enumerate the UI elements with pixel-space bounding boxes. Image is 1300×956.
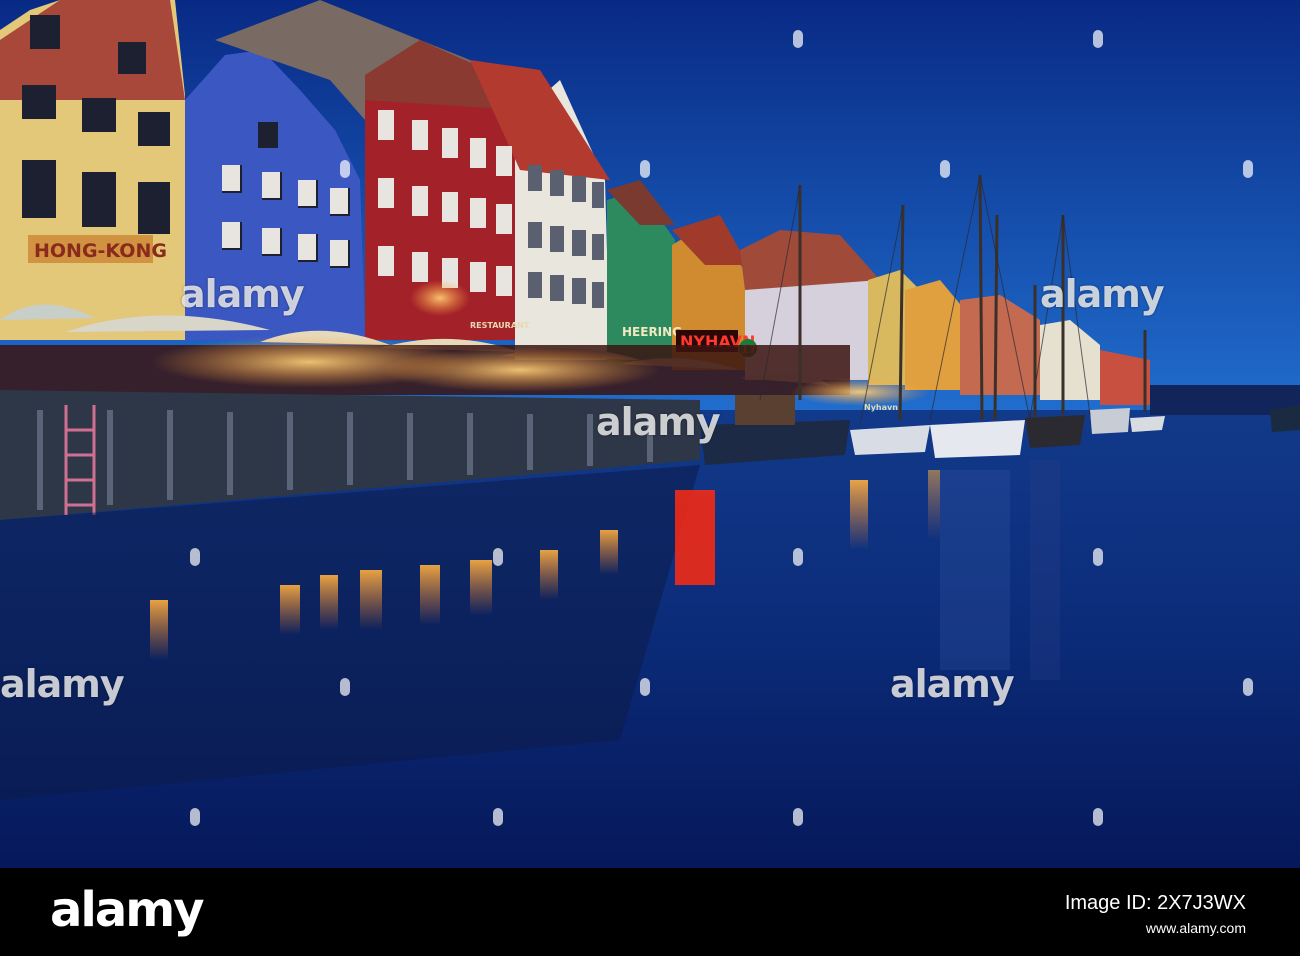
watermark-text: alamy xyxy=(1040,272,1165,316)
hong-kong-sign: HONG-KONG xyxy=(34,240,167,262)
watermark-dot xyxy=(340,678,350,696)
alamy-logo: alamy xyxy=(50,882,205,938)
watermark-dot xyxy=(793,30,803,48)
image-id-label: Image ID: 2X7J3WX xyxy=(1064,892,1246,914)
watermark-dot xyxy=(493,808,503,826)
watermark-text: alamy xyxy=(596,400,721,444)
watermark-text: alamy xyxy=(180,272,305,316)
watermark-dot xyxy=(793,548,803,566)
watermark-dot xyxy=(1093,548,1103,566)
watermark-dot xyxy=(493,548,503,566)
watermark-text: alamy xyxy=(0,662,125,706)
watermark-dot xyxy=(190,548,200,566)
watermark-text: alamy xyxy=(890,662,1015,706)
heering-sign: HEERING xyxy=(622,325,682,339)
watermark-dot xyxy=(1243,160,1253,178)
watermark-dot xyxy=(1243,678,1253,696)
watermark-dot xyxy=(640,160,650,178)
footer-bar: alamy Image ID: 2X7J3WX www.alamy.com xyxy=(0,868,1300,956)
watermark-dot xyxy=(340,160,350,178)
watermark-dot xyxy=(793,808,803,826)
watermark-dot xyxy=(1093,30,1103,48)
watermark-dot xyxy=(1093,808,1103,826)
site-url-label: www.alamy.com xyxy=(1145,920,1246,936)
watermark-dot xyxy=(940,160,950,178)
photo: HONG-KONG HEERING NYHAVN 17 RESTAURANT xyxy=(0,0,1300,868)
watermark-dot xyxy=(640,678,650,696)
restaurant-sign: RESTAURANT xyxy=(470,321,530,330)
watermark-dot xyxy=(190,808,200,826)
boat-name-label: Nyhavn xyxy=(864,403,898,412)
